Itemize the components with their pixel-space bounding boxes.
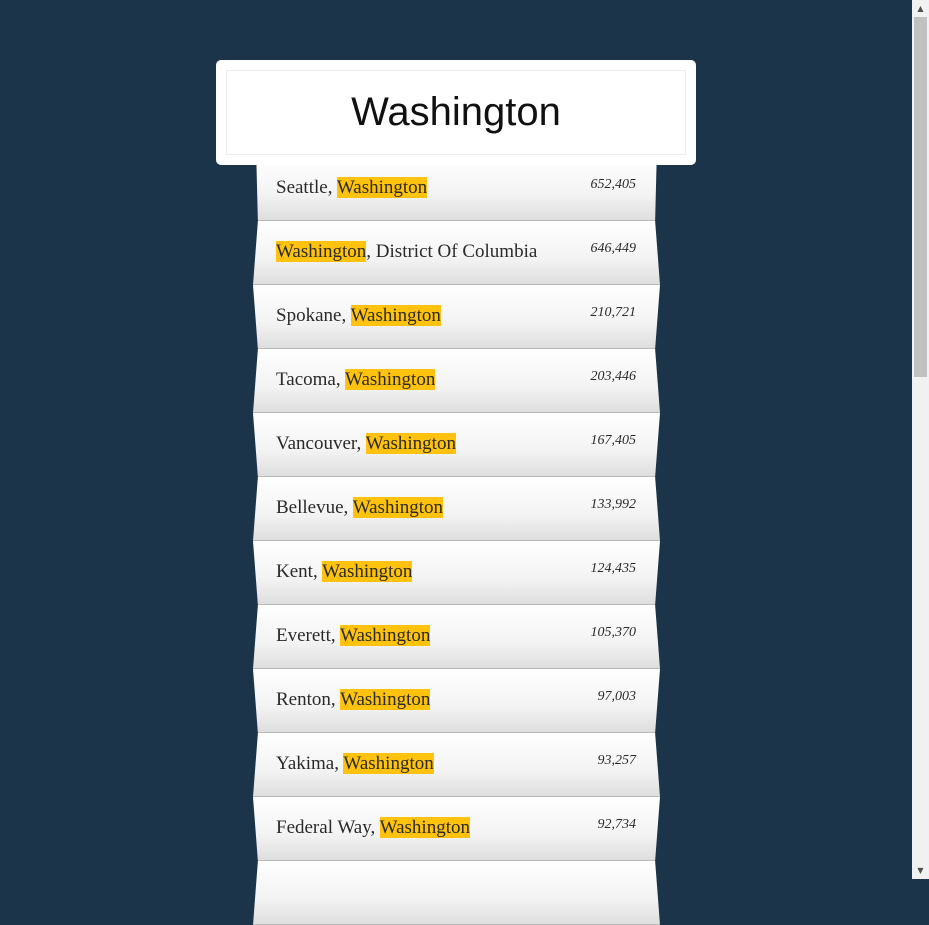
- city-name: Vancouver: [276, 433, 357, 454]
- population-value: 210,721: [590, 305, 637, 320]
- population-value: 646,449: [590, 241, 637, 256]
- match-highlight: Washington: [340, 689, 431, 710]
- suggestion-name: Federal Way, Washington: [276, 817, 470, 839]
- separator: ,: [327, 177, 337, 198]
- suggestion-row[interactable]: [253, 861, 660, 925]
- match-highlight: Washington: [352, 497, 443, 518]
- population-value: 652,405: [590, 177, 637, 192]
- city-name: Federal Way: [276, 817, 371, 838]
- separator: ,: [366, 241, 376, 262]
- separator: ,: [312, 561, 323, 582]
- search-field-wrapper: [226, 70, 686, 155]
- suggestion-name: Washington, District Of Columbia: [276, 241, 537, 263]
- separator: ,: [330, 689, 341, 710]
- suggestion-row[interactable]: Spokane, Washington 210,721: [253, 285, 660, 349]
- city-name: Yakima: [276, 753, 335, 774]
- suggestion-name: Tacoma, Washington: [276, 369, 436, 391]
- match-highlight: Washington: [336, 177, 428, 198]
- population-value: 105,370: [590, 625, 637, 640]
- population-value: 97,003: [597, 689, 637, 704]
- city-name: Tacoma: [276, 369, 336, 390]
- vertical-scrollbar[interactable]: ▲ ▼: [912, 0, 929, 879]
- match-highlight: Washington: [276, 241, 367, 262]
- suggestion-row[interactable]: Everett, Washington 105,370: [253, 605, 660, 669]
- suggestions-list: Seattle, Washington 652,405 Washington, Di…: [0, 157, 913, 925]
- suggestion-row[interactable]: Vancouver, Washington 167,405: [253, 413, 660, 477]
- suggestion-row[interactable]: Yakima, Washington 93,257: [253, 733, 660, 797]
- suggestion-name: Seattle, Washington: [276, 177, 428, 199]
- population-value: 92,734: [597, 817, 637, 832]
- match-highlight: Washington: [322, 561, 413, 582]
- scroll-up-arrow-icon[interactable]: ▲: [912, 0, 929, 17]
- suggestion-name: Vancouver, Washington: [276, 433, 456, 455]
- separator: ,: [343, 497, 353, 518]
- suggestion-row[interactable]: Renton, Washington 97,003: [253, 669, 660, 733]
- suggestion-name: Yakima, Washington: [276, 753, 434, 775]
- city-name: Bellevue: [276, 497, 344, 518]
- suggestion-name: Renton, Washington: [276, 689, 431, 711]
- suggestion-name: Spokane, Washington: [276, 305, 441, 327]
- population-value: 124,435: [590, 561, 637, 576]
- scrollbar-thumb[interactable]: [914, 17, 927, 377]
- city-name: District Of Columbia: [375, 241, 538, 262]
- separator: ,: [370, 817, 380, 838]
- match-highlight: Washington: [340, 625, 431, 646]
- match-highlight: Washington: [379, 817, 470, 838]
- suggestion-row[interactable]: Kent, Washington 124,435: [253, 541, 660, 605]
- city-name: Spokane: [276, 305, 342, 326]
- separator: ,: [335, 369, 346, 390]
- match-highlight: Washington: [365, 433, 456, 454]
- search-form: [216, 60, 696, 165]
- suggestion-row[interactable]: Tacoma, Washington 203,446: [253, 349, 660, 413]
- population-value: 133,992: [590, 497, 637, 512]
- suggestion-name: Bellevue, Washington: [276, 497, 443, 519]
- match-highlight: Washington: [345, 369, 436, 390]
- population-value: 93,257: [597, 753, 637, 768]
- search-input[interactable]: [227, 90, 685, 135]
- scroll-down-arrow-icon[interactable]: ▼: [912, 862, 929, 879]
- population-value: 203,446: [590, 369, 637, 384]
- city-name: Renton: [276, 689, 331, 710]
- city-name: Everett: [276, 625, 331, 646]
- separator: ,: [356, 433, 366, 454]
- separator: ,: [330, 625, 341, 646]
- match-highlight: Washington: [343, 753, 434, 774]
- suggestion-row[interactable]: Bellevue, Washington 133,992: [253, 477, 660, 541]
- suggestion-row[interactable]: Washington, District Of Columbia 646,449: [253, 221, 660, 285]
- match-highlight: Washington: [350, 305, 441, 326]
- suggestion-name: Kent, Washington: [276, 561, 413, 583]
- population-value: 167,405: [590, 433, 637, 448]
- separator: ,: [341, 305, 351, 326]
- city-name: Seattle: [276, 177, 328, 198]
- suggestion-row[interactable]: Federal Way, Washington 92,734: [253, 797, 660, 861]
- city-name: Kent: [276, 561, 313, 582]
- suggestion-name: Everett, Washington: [276, 625, 431, 647]
- suggestion-row[interactable]: Seattle, Washington 652,405: [256, 157, 657, 221]
